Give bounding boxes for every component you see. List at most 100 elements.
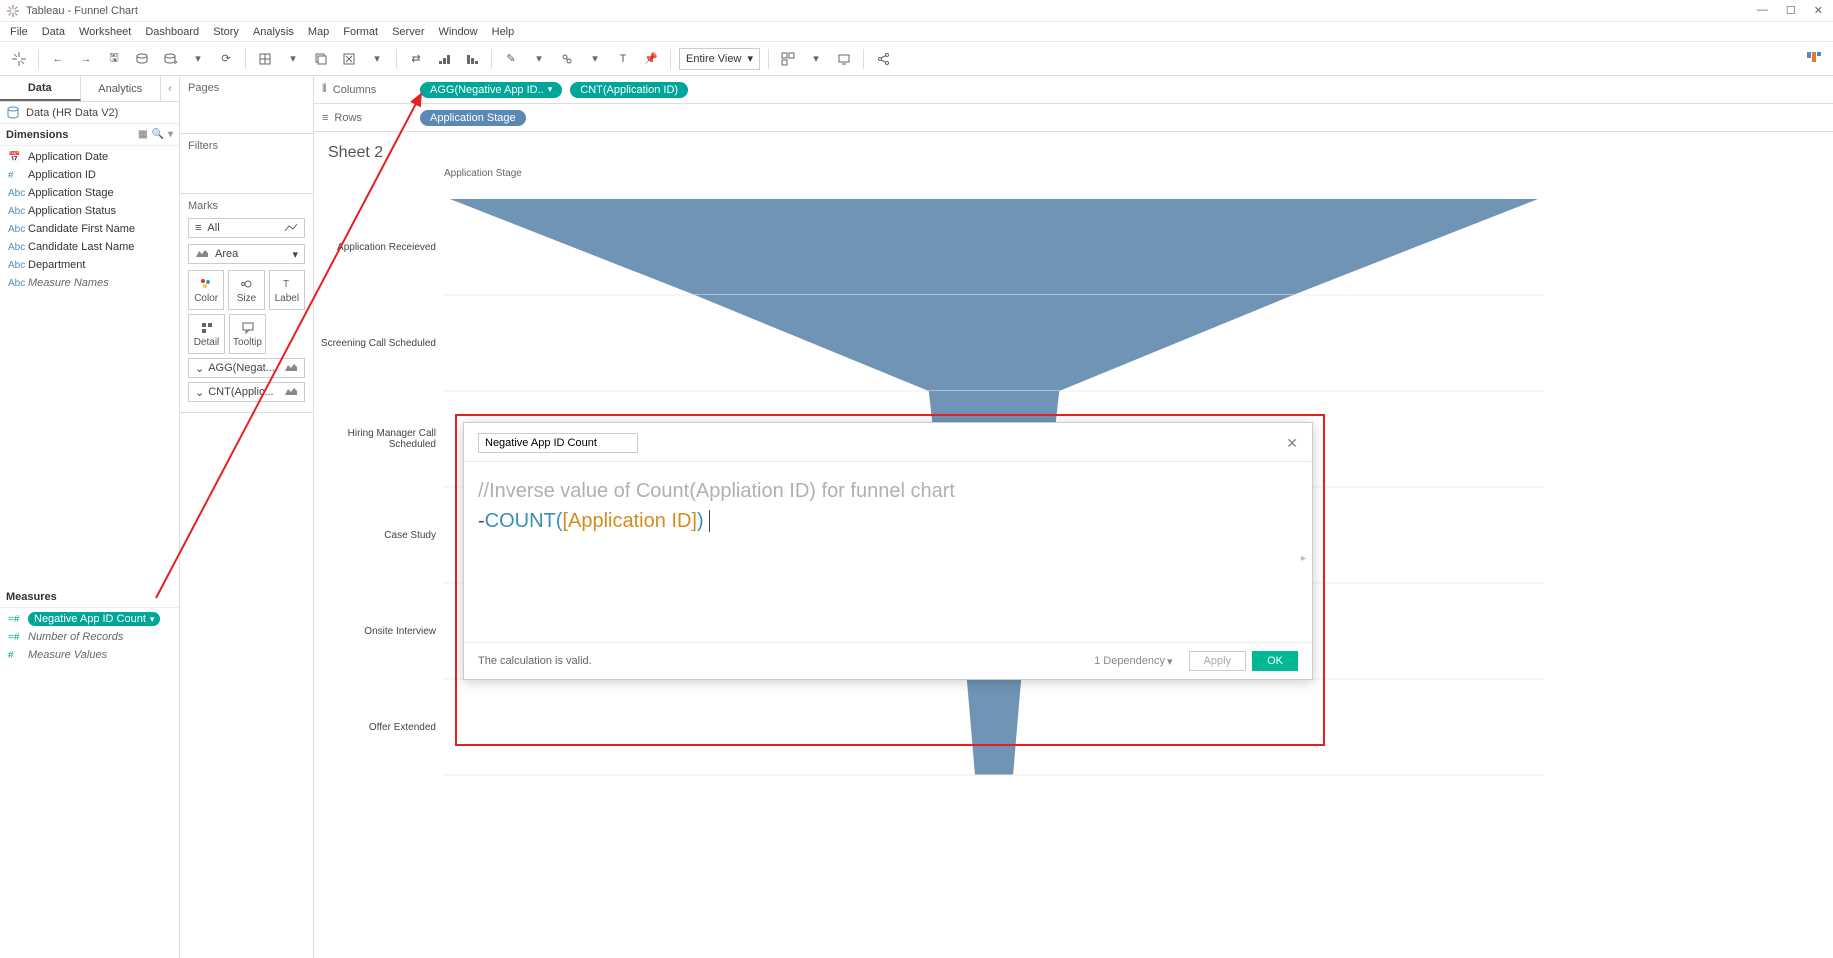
calc-icon: =#: [8, 614, 22, 625]
menu-format[interactable]: Format: [343, 26, 378, 38]
menu-icon[interactable]: ▾: [168, 129, 173, 140]
highlight-icon[interactable]: ✎: [500, 48, 522, 70]
sheet-title: Sheet 2: [324, 136, 1823, 166]
field-candidate-last-name[interactable]: AbcCandidate Last Name: [0, 238, 179, 256]
calc-status: The calculation is valid.: [478, 655, 592, 667]
pin-icon[interactable]: 📌: [640, 48, 662, 70]
calc-field-ref: [Application ID]: [562, 510, 697, 532]
search-icon[interactable]: 🔍: [152, 129, 164, 140]
menu-window[interactable]: Window: [439, 26, 478, 38]
close-icon[interactable]: ✕: [1286, 435, 1298, 452]
calc-name-input[interactable]: [478, 433, 638, 453]
share-icon[interactable]: [872, 48, 894, 70]
calc-formula-editor[interactable]: //Inverse value of Count(Appliation ID) …: [464, 462, 1312, 642]
calc-dependencies[interactable]: 1 Dependency▾: [1094, 655, 1172, 668]
measures-list: =# Negative App ID Count▾ =#Number of Re…: [0, 608, 179, 666]
field-measure-names[interactable]: AbcMeasure Names: [0, 274, 179, 292]
field-measure-values[interactable]: #Measure Values: [0, 646, 179, 664]
swap-icon[interactable]: ⇄: [405, 48, 427, 70]
minimize-icon[interactable]: —: [1757, 4, 1768, 17]
calc-paren: ): [697, 510, 704, 532]
chevron-down-icon: ▾: [292, 248, 298, 261]
mark-color-button[interactable]: Color: [188, 270, 224, 310]
duplicate-icon[interactable]: [310, 48, 332, 70]
save-icon[interactable]: 🖫: [103, 48, 125, 70]
menu-map[interactable]: Map: [308, 26, 329, 38]
fit-selector-label: Entire View: [686, 53, 741, 65]
marks-all-row[interactable]: ≡ All: [188, 218, 305, 238]
tab-collapse-icon[interactable]: ‹: [161, 76, 179, 101]
dropdown-caret-icon[interactable]: ▾: [584, 52, 606, 65]
marks-series-agg[interactable]: ⌄ AGG(Negat...: [188, 358, 305, 378]
menu-help[interactable]: Help: [492, 26, 515, 38]
tableau-start-icon[interactable]: [8, 48, 30, 70]
apply-button[interactable]: Apply: [1189, 651, 1247, 671]
pill-application-stage[interactable]: Application Stage: [420, 110, 526, 126]
menu-analysis[interactable]: Analysis: [253, 26, 294, 38]
ok-button[interactable]: OK: [1252, 651, 1298, 671]
dropdown-caret-icon[interactable]: ▾: [528, 52, 550, 65]
sort-desc-icon[interactable]: [461, 48, 483, 70]
menu-worksheet[interactable]: Worksheet: [79, 26, 131, 38]
data-source-item[interactable]: Data (HR Data V2): [0, 102, 179, 124]
show-labels-icon[interactable]: T: [612, 48, 634, 70]
presentation-icon[interactable]: [833, 48, 855, 70]
row-label: Onsite Interview: [314, 583, 444, 679]
mark-size-button[interactable]: Size: [228, 270, 264, 310]
show-cards-icon[interactable]: [777, 48, 799, 70]
columns-shelf-label: Columns: [333, 84, 376, 96]
field-department[interactable]: AbcDepartment: [0, 256, 179, 274]
row-label: Screening Call Scheduled: [314, 295, 444, 391]
field-application-id[interactable]: #Application ID: [0, 166, 179, 184]
tableau-logo-icon: [6, 4, 20, 18]
mark-detail-button[interactable]: Detail: [188, 314, 225, 354]
field-application-date[interactable]: 📅Application Date: [0, 148, 179, 166]
expand-handle-icon[interactable]: ▸: [1301, 551, 1306, 566]
tab-analytics[interactable]: Analytics: [81, 76, 162, 101]
maximize-icon[interactable]: ☐: [1786, 4, 1796, 17]
columns-shelf[interactable]: ⦀Columns AGG(Negative App ID..▾ CNT(Appl…: [314, 76, 1833, 104]
marks-series-label: CNT(Applic...: [208, 386, 273, 398]
dropdown-caret-icon[interactable]: ▾: [282, 52, 304, 65]
menu-server[interactable]: Server: [392, 26, 424, 38]
marks-all-label: All: [207, 222, 219, 234]
field-negative-app-id-count[interactable]: =# Negative App ID Count▾: [0, 610, 179, 628]
refresh-icon[interactable]: ⟳: [215, 48, 237, 70]
dropdown-caret-icon[interactable]: ▾: [187, 52, 209, 65]
area-icon: [284, 386, 298, 399]
back-icon[interactable]: ←: [47, 48, 69, 70]
field-number-of-records[interactable]: =#Number of Records: [0, 628, 179, 646]
forward-icon[interactable]: →: [75, 48, 97, 70]
menu-dashboard[interactable]: Dashboard: [145, 26, 199, 38]
close-window-icon[interactable]: ✕: [1814, 4, 1823, 17]
hash-icon: =#: [8, 632, 22, 643]
pill-agg-negative[interactable]: AGG(Negative App ID..▾: [420, 82, 562, 98]
menu-data[interactable]: Data: [42, 26, 65, 38]
show-me-icon[interactable]: [1803, 48, 1825, 70]
row-label: Offer Extended: [314, 679, 444, 775]
cards-pane: Pages Filters Marks ≡ All Area ▾ Color S…: [180, 76, 314, 958]
field-application-status[interactable]: AbcApplication Status: [0, 202, 179, 220]
mark-type-selector[interactable]: Area ▾: [188, 244, 305, 264]
clear-sheet-icon[interactable]: [338, 48, 360, 70]
new-data-source-icon[interactable]: [131, 48, 153, 70]
tab-data[interactable]: Data: [0, 76, 81, 101]
sort-asc-icon[interactable]: [433, 48, 455, 70]
field-candidate-first-name[interactable]: AbcCandidate First Name: [0, 220, 179, 238]
mark-tooltip-button[interactable]: Tooltip: [229, 314, 266, 354]
pill-cnt-application[interactable]: CNT(Application ID): [570, 82, 688, 98]
rows-shelf[interactable]: ≡Rows Application Stage: [314, 104, 1833, 132]
pause-updates-icon[interactable]: ✕: [159, 48, 181, 70]
menu-file[interactable]: File: [10, 26, 28, 38]
menu-story[interactable]: Story: [213, 26, 239, 38]
view-grid-icon[interactable]: ▦: [138, 129, 147, 140]
dropdown-caret-icon[interactable]: ▾: [366, 52, 388, 65]
row-label: Case Study: [314, 487, 444, 583]
marks-series-cnt[interactable]: ⌄ CNT(Applic...: [188, 382, 305, 402]
fit-selector[interactable]: Entire View ▾: [679, 48, 760, 70]
field-application-stage[interactable]: AbcApplication Stage: [0, 184, 179, 202]
new-worksheet-icon[interactable]: [254, 48, 276, 70]
dropdown-caret-icon[interactable]: ▾: [805, 52, 827, 65]
group-icon[interactable]: [556, 48, 578, 70]
mark-label-button[interactable]: TLabel: [269, 270, 305, 310]
